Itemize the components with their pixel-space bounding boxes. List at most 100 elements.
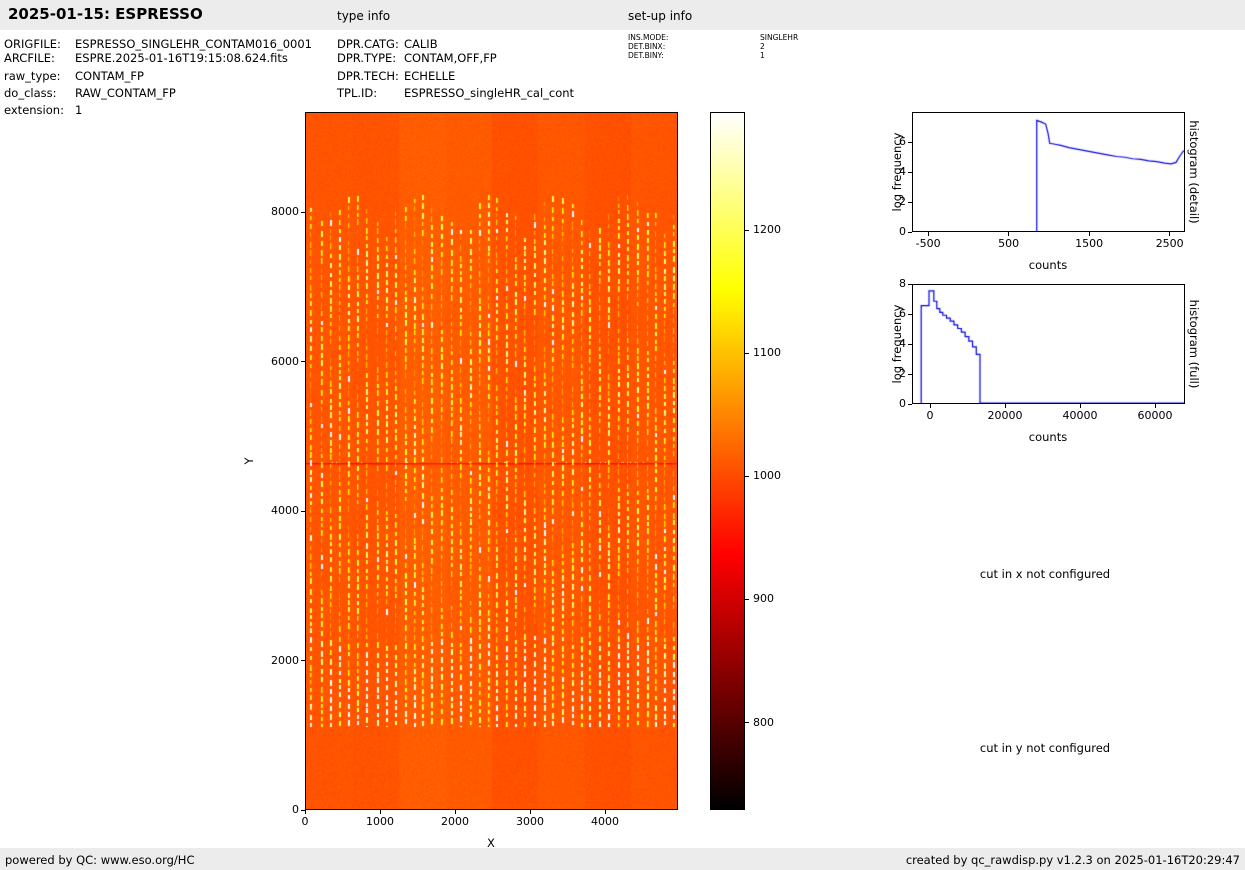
- colorbar-frame: [710, 112, 745, 810]
- info-label: DPR.TYPE:: [337, 51, 397, 65]
- tick-mark: [745, 598, 749, 600]
- colorbar-tick-label: 1200: [753, 223, 781, 237]
- colorbar-tick-label: 1000: [753, 469, 781, 483]
- y-tick-label: 4: [899, 337, 906, 350]
- tick-mark: [929, 404, 931, 408]
- tick-mark: [908, 171, 912, 173]
- tick-mark: [1004, 404, 1006, 408]
- y-tick-label: 6: [899, 307, 906, 320]
- info-row-origfile: ORIGFILE: ESPRESSO_SINGLEHR_CONTAM016_00…: [4, 37, 312, 51]
- info-value: ECHELLE: [404, 69, 456, 83]
- tick-mark: [745, 229, 749, 231]
- tick-mark: [529, 810, 531, 814]
- info-label: TPL.ID:: [337, 86, 378, 100]
- header-bar: 2025-01-15: ESPRESSO type info set-up in…: [0, 0, 1245, 30]
- qc-raw-display-page: 2025-01-15: ESPRESSO type info set-up in…: [0, 0, 1245, 870]
- info-label: raw_type:: [4, 69, 61, 83]
- info-row-dpr-type: DPR.TYPE: CONTAM,OFF,FP: [337, 51, 497, 65]
- x-tick-label: 1500: [1075, 237, 1104, 250]
- footer-left-text: powered by QC: www.eso.org/HC: [5, 853, 195, 867]
- x-tick-label: 40000: [1062, 409, 1098, 422]
- x-tick-label: 0: [301, 815, 309, 828]
- tick-mark: [927, 232, 929, 236]
- page-title: 2025-01-15: ESPRESSO: [8, 5, 203, 23]
- tick-mark: [604, 810, 606, 814]
- info-row-do-class: do_class: RAW_CONTAM_FP: [4, 86, 176, 100]
- tick-mark: [745, 475, 749, 477]
- info-row-det-biny: DET.BINY: 1: [628, 51, 765, 60]
- tick-mark: [908, 343, 912, 345]
- y-tick-label: 2: [899, 367, 906, 380]
- x-tick-label: 60000: [1137, 409, 1173, 422]
- info-row-raw-type: raw_type: CONTAM_FP: [4, 69, 144, 83]
- info-label: DET.BINY:: [628, 51, 664, 60]
- tick-mark: [908, 403, 912, 405]
- tick-mark: [301, 660, 305, 661]
- histogram-detail-xlabel: counts: [1028, 258, 1068, 272]
- y-tick-label: 0: [899, 225, 906, 238]
- x-tick-label: 500: [998, 237, 1020, 250]
- info-row-dpr-catg: DPR.CATG: CALIB: [337, 37, 438, 51]
- tick-mark: [908, 283, 912, 285]
- footer-right-text: created by qc_rawdisp.py v1.2.3 on 2025-…: [905, 853, 1240, 867]
- x-tick-label: 0: [926, 409, 934, 422]
- info-value: 1: [760, 51, 765, 60]
- tick-mark: [301, 809, 305, 811]
- y-tick-label: 6: [899, 135, 906, 148]
- histogram-full-frame: [912, 284, 1185, 404]
- setup-info-heading: set-up info: [628, 9, 693, 23]
- info-value: ESPRESSO_singleHR_cal_cont: [404, 86, 575, 100]
- y-tick-label: 4: [899, 165, 906, 178]
- y-tick-label: 8: [899, 277, 906, 290]
- tick-mark: [1079, 404, 1081, 408]
- tick-mark: [745, 722, 749, 724]
- info-row-arcfile: ARCFILE: ESPRE.2025-01-16T19:15:08.624.f…: [4, 51, 288, 65]
- info-label: INS.MODE:: [628, 33, 669, 42]
- info-row-det-binx: DET.BINX: 2: [628, 42, 765, 51]
- y-tick-label: 0: [899, 397, 906, 410]
- info-label: DPR.TECH:: [337, 69, 399, 83]
- main-plot-ylabel: Y: [242, 457, 256, 465]
- raw-detector-image: [306, 113, 677, 809]
- info-row-ins-mode: INS.MODE: SINGLEHR: [628, 33, 798, 42]
- tick-mark: [301, 510, 305, 512]
- x-tick-label: 4000: [591, 815, 620, 828]
- y-tick-label: 4000: [271, 504, 299, 517]
- info-label: extension:: [4, 103, 64, 117]
- tick-mark: [908, 313, 912, 315]
- y-tick-label: 2000: [271, 653, 299, 667]
- footer-bar: powered by QC: www.eso.org/HC created by…: [0, 848, 1245, 870]
- cut-x-message: cut in x not configured: [979, 567, 1111, 581]
- raw-image-plot-frame: [305, 112, 678, 810]
- tick-mark: [304, 810, 306, 814]
- colorbar-tick-label: 900: [753, 592, 774, 606]
- info-value: SINGLEHR: [760, 33, 799, 42]
- info-label: DPR.CATG:: [337, 37, 399, 51]
- info-label: ORIGFILE:: [4, 37, 61, 51]
- y-tick-label: 6000: [271, 354, 299, 368]
- y-tick-label: 0: [292, 803, 299, 816]
- info-value: 2: [760, 42, 765, 51]
- colorbar-tick-label: 1100: [753, 346, 781, 360]
- cut-y-message: cut in y not configured: [979, 741, 1111, 755]
- y-tick-label: 2: [899, 195, 906, 208]
- histogram-detail-frame: [912, 112, 1185, 232]
- tick-mark: [908, 201, 912, 203]
- histogram-detail-title: histogram (detail): [1187, 120, 1201, 224]
- info-value: ESPRE.2025-01-16T19:15:08.624.fits: [75, 51, 288, 65]
- info-label: ARCFILE:: [4, 51, 55, 65]
- x-tick-label: 20000: [987, 409, 1023, 422]
- info-value: 1: [75, 103, 83, 117]
- tick-mark: [1154, 404, 1156, 408]
- tick-mark: [1169, 232, 1171, 236]
- info-value: RAW_CONTAM_FP: [75, 86, 176, 100]
- tick-mark: [379, 810, 381, 814]
- tick-mark: [301, 211, 305, 213]
- info-value: CONTAM,OFF,FP: [404, 51, 497, 65]
- info-value: CONTAM_FP: [75, 69, 144, 83]
- histogram-detail-plot: [913, 113, 1184, 231]
- tick-mark: [1008, 232, 1010, 236]
- info-value: ESPRESSO_SINGLEHR_CONTAM016_0001: [75, 37, 312, 51]
- x-tick-label: -500: [915, 237, 941, 250]
- info-value: CALIB: [404, 37, 438, 51]
